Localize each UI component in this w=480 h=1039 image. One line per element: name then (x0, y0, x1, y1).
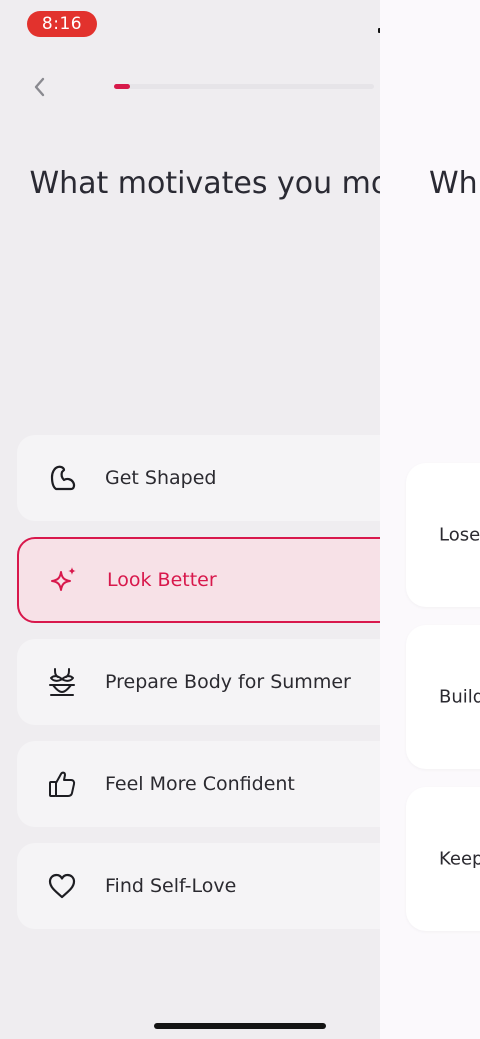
option-label: Look Better (107, 569, 217, 591)
next-option-card[interactable]: Keep (406, 787, 480, 931)
bikini-icon (49, 668, 75, 696)
next-option-card[interactable]: Build (406, 625, 480, 769)
flexed-bicep-icon (50, 465, 76, 491)
option-label: Find Self-Love (105, 875, 237, 897)
option-label: Prepare Body for Summer (105, 671, 351, 693)
option-find-self-love[interactable]: Find Self-Love (17, 843, 380, 929)
options-list: Get Shaped Look Better Prepare Body for … (17, 435, 380, 945)
back-button[interactable] (27, 75, 51, 99)
next-option-label: Keep (439, 848, 480, 870)
chevron-left-icon (34, 77, 45, 97)
sparkle-icon (51, 567, 76, 591)
heart-icon (48, 873, 76, 899)
thumbs-up-icon (49, 771, 76, 797)
question-title: What motivates you most? (29, 166, 380, 201)
next-option-label: Lose (439, 524, 480, 546)
progress-bar (114, 84, 374, 89)
next-option-card[interactable]: Lose (406, 463, 480, 607)
option-label: Get Shaped (105, 467, 217, 489)
option-label: Feel More Confident (105, 773, 295, 795)
progress-bar-fill (114, 84, 130, 89)
question-page-current: What motivates you most? Get Shaped Look… (0, 0, 380, 1039)
option-feel-more-confident[interactable]: Feel More Confident (17, 741, 380, 827)
option-look-better[interactable]: Look Better (17, 537, 380, 623)
option-prepare-body-for-summer[interactable]: Prepare Body for Summer (17, 639, 380, 725)
question-page-next: Wh Lose Build Keep (380, 0, 480, 1039)
option-get-shaped[interactable]: Get Shaped (17, 435, 380, 521)
home-indicator[interactable] (154, 1023, 326, 1029)
next-option-label: Build (439, 686, 480, 708)
next-question-title: Wh (429, 166, 478, 201)
